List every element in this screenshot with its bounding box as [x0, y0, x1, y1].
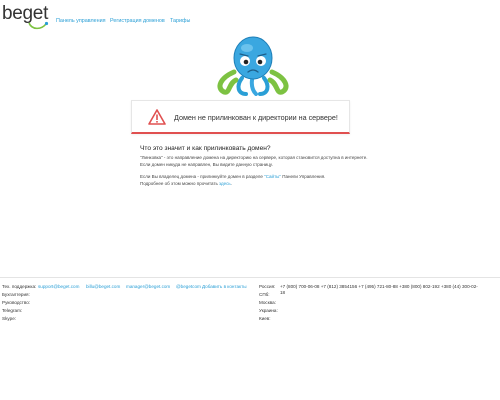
- header: beget Панель управления Регистрация доме…: [0, 0, 500, 34]
- manager-email-link[interactable]: manager@beget.com: [126, 284, 170, 289]
- logo-swoosh-icon: [28, 21, 49, 30]
- footer-label-kiev: Киев:: [259, 316, 271, 321]
- footer-label-ukraine: Украина:: [259, 308, 278, 313]
- info-paragraph-linking: "Линковка" - это направление домена на д…: [140, 155, 368, 167]
- info-owner-text: Если Вы владелец домена - прилинкуйте до…: [140, 174, 265, 180]
- sites-link[interactable]: "Сайты": [264, 174, 281, 179]
- error-card: Домен не прилинкован к директории на сер…: [131, 100, 350, 134]
- telegram-link[interactable]: @begetcom: [176, 284, 201, 289]
- here-link[interactable]: здесь: [219, 181, 231, 186]
- info-title: Что это значит и как прилинковать домен?: [140, 145, 271, 152]
- error-title: Домен не прилинкован к директории на сер…: [174, 113, 338, 122]
- info-more-text: Подробнее об этом можно прочитать: [140, 180, 220, 186]
- nav-domain-registration[interactable]: Регистрация доменов: [110, 18, 165, 24]
- footer-label-accounting: Бухгалтерия:: [2, 292, 30, 297]
- footer-label-russia: Россия:: [259, 284, 276, 289]
- info-paragraph-owner: Если Вы владелец домена - прилинкуйте до…: [140, 174, 370, 181]
- nav-tariffs[interactable]: Тарифы: [170, 18, 190, 24]
- billing-email-link[interactable]: billu@beget.com: [86, 284, 120, 289]
- phone-numbers-line: +7 (800) 700-06-08 +7 (812) 3854156 +7 (…: [280, 284, 478, 289]
- support-email-link[interactable]: support@beget.com: [38, 284, 79, 289]
- warning-icon: [148, 109, 166, 125]
- info-owner-text-end: Панели Управления.: [280, 174, 326, 180]
- footer-label-spb: СПб:: [259, 292, 270, 297]
- footer-label-management: Руководство:: [2, 300, 31, 305]
- info-paragraph-more: Подробнее об этом можно прочитать здесь.: [140, 181, 370, 188]
- add-contacts-label[interactable]: Добавить в контакты: [202, 284, 247, 289]
- info-section: Что это значит и как прилинковать домен?…: [140, 145, 370, 187]
- footer-label-telegram: Telegram:: [2, 308, 23, 313]
- footer-divider: [0, 277, 500, 278]
- footer-label-support: Тех. поддержка:: [2, 284, 37, 289]
- nav-control-panel[interactable]: Панель управления: [56, 18, 106, 24]
- footer-label-moscow: Москва:: [259, 300, 276, 305]
- octopus-mascot-icon: [217, 36, 289, 96]
- info-more-text-end: .: [230, 180, 232, 186]
- phone-numbers-line-2: 18: [280, 290, 286, 295]
- footer-label-skype: Skype:: [2, 316, 17, 321]
